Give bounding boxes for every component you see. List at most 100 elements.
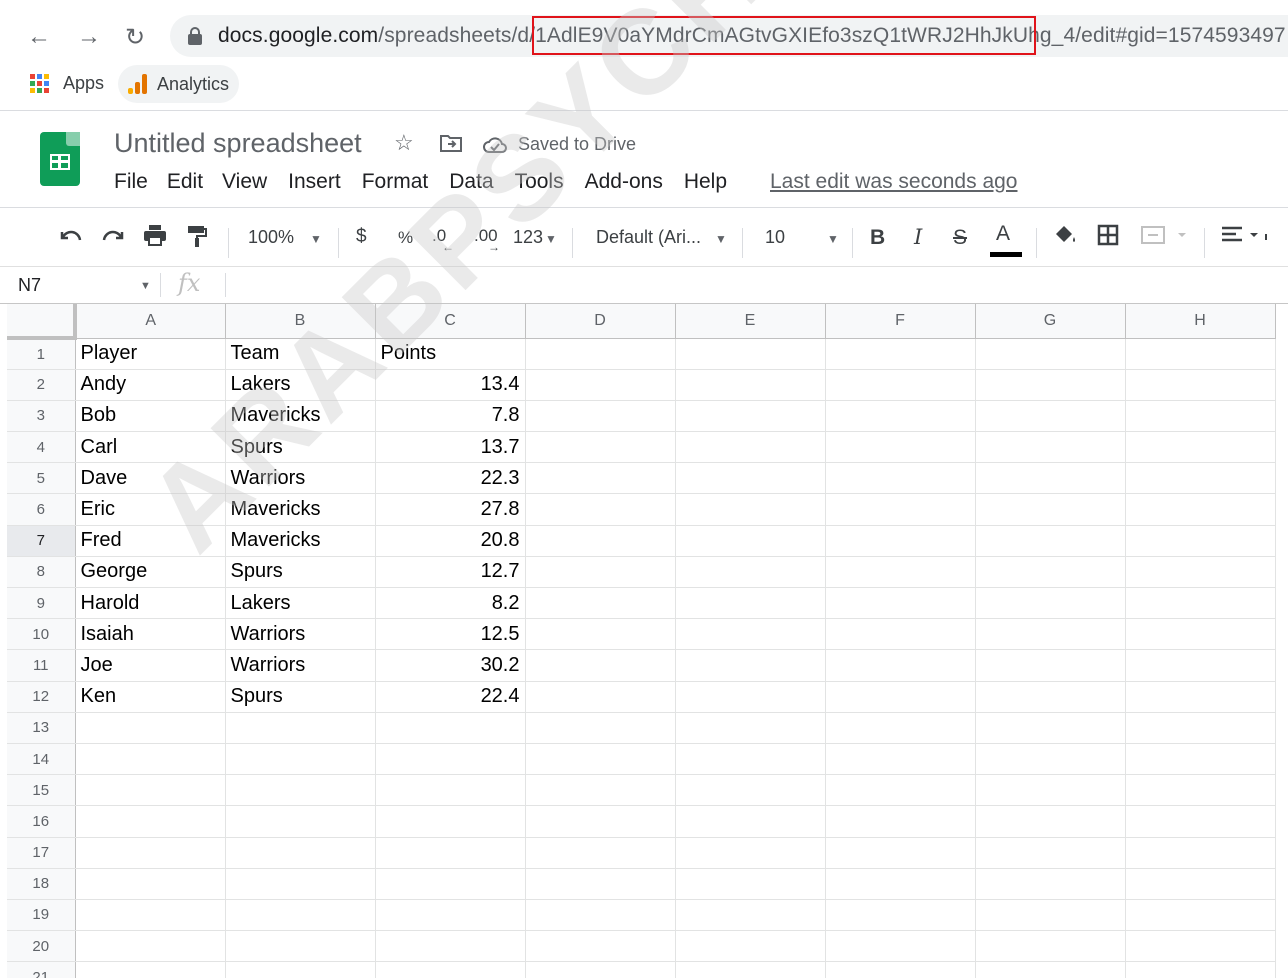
cell-empty[interactable]: [1125, 774, 1276, 807]
italic-button[interactable]: I: [914, 225, 922, 249]
cell-empty[interactable]: [825, 743, 976, 776]
cell-empty[interactable]: [975, 369, 1126, 401]
cell-empty[interactable]: [975, 805, 1126, 838]
cell-empty[interactable]: [825, 681, 976, 713]
cell-empty[interactable]: [825, 431, 976, 464]
cell-empty[interactable]: [525, 618, 676, 651]
cell-empty[interactable]: [825, 556, 976, 589]
cell-empty[interactable]: [825, 712, 976, 744]
horizontal-align-icon[interactable]: [1220, 224, 1268, 252]
cell-c[interactable]: 13.4: [375, 369, 526, 401]
row-header[interactable]: 18: [7, 868, 76, 900]
cell-c[interactable]: [375, 837, 526, 869]
increase-decimals-button[interactable]: .00 →: [474, 226, 500, 254]
cell-c[interactable]: 22.3: [375, 462, 526, 495]
cell-empty[interactable]: [825, 525, 976, 557]
cell-c[interactable]: [375, 899, 526, 932]
cell-empty[interactable]: [675, 462, 826, 495]
cell-b[interactable]: [225, 712, 376, 744]
move-folder-icon[interactable]: [440, 134, 462, 157]
cell-c[interactable]: 22.4: [375, 681, 526, 713]
cell-a[interactable]: [75, 961, 226, 978]
print-icon[interactable]: [143, 224, 167, 252]
cell-empty[interactable]: [975, 649, 1126, 682]
cell-empty[interactable]: [1125, 462, 1276, 495]
cell-empty[interactable]: [975, 774, 1126, 807]
name-box[interactable]: N7: [18, 275, 41, 296]
cell-empty[interactable]: [1125, 431, 1276, 464]
borders-icon[interactable]: [1097, 224, 1119, 252]
cell-empty[interactable]: [1125, 618, 1276, 651]
cell-empty[interactable]: [525, 493, 676, 526]
menu-file[interactable]: File: [114, 170, 148, 194]
cell-empty[interactable]: [825, 400, 976, 433]
cell-empty[interactable]: [675, 899, 826, 932]
menu-format[interactable]: Format: [362, 170, 429, 194]
row-header[interactable]: 5: [7, 462, 76, 495]
cell-a[interactable]: [75, 805, 226, 838]
row-header[interactable]: 10: [7, 618, 76, 651]
cell-a[interactable]: [75, 774, 226, 807]
cell-empty[interactable]: [1125, 556, 1276, 589]
cell-empty[interactable]: [825, 774, 976, 807]
cell-empty[interactable]: [675, 338, 826, 370]
cell-b[interactable]: Mavericks: [225, 525, 376, 557]
cell-empty[interactable]: [975, 961, 1126, 978]
cell-empty[interactable]: [825, 805, 976, 838]
row-header[interactable]: 6: [7, 493, 76, 526]
cell-empty[interactable]: [825, 369, 976, 401]
cell-empty[interactable]: [975, 743, 1126, 776]
cell-b[interactable]: Mavericks: [225, 400, 376, 433]
cell-empty[interactable]: [1125, 837, 1276, 869]
cell-b[interactable]: [225, 930, 376, 963]
cell-empty[interactable]: [1125, 338, 1276, 370]
back-arrow-icon[interactable]: ←: [24, 22, 54, 52]
cell-empty[interactable]: [675, 961, 826, 978]
cell-empty[interactable]: [675, 868, 826, 900]
cell-empty[interactable]: [825, 618, 976, 651]
cell-b[interactable]: Warriors: [225, 462, 376, 495]
cell-empty[interactable]: [1125, 400, 1276, 433]
font-size-select[interactable]: 10 ▼: [765, 227, 839, 248]
cell-empty[interactable]: [1125, 681, 1276, 713]
row-header[interactable]: 15: [7, 774, 76, 807]
cell-empty[interactable]: [1125, 805, 1276, 838]
merge-cells-icon[interactable]: [1140, 224, 1190, 252]
row-header[interactable]: 2: [7, 369, 76, 401]
cell-a[interactable]: [75, 743, 226, 776]
column-header-b[interactable]: B: [225, 304, 376, 339]
cell-empty[interactable]: [525, 587, 676, 620]
cell-empty[interactable]: [525, 431, 676, 464]
menu-help[interactable]: Help: [684, 170, 727, 194]
cell-a[interactable]: Joe: [75, 649, 226, 682]
cell-empty[interactable]: [525, 930, 676, 963]
cell-a[interactable]: Bob: [75, 400, 226, 433]
cell-empty[interactable]: [525, 868, 676, 900]
cell-a[interactable]: [75, 899, 226, 932]
row-header[interactable]: 14: [7, 743, 76, 776]
cell-b[interactable]: Lakers: [225, 369, 376, 401]
cell-a[interactable]: [75, 837, 226, 869]
forward-arrow-icon[interactable]: →: [74, 22, 104, 52]
cell-empty[interactable]: [1125, 369, 1276, 401]
cell-empty[interactable]: [525, 556, 676, 589]
menu-insert[interactable]: Insert: [288, 170, 341, 194]
cell-a[interactable]: [75, 868, 226, 900]
cell-empty[interactable]: [675, 774, 826, 807]
star-icon[interactable]: ☆: [394, 130, 414, 156]
row-header[interactable]: 8: [7, 556, 76, 589]
cell-c[interactable]: [375, 805, 526, 838]
cell-c[interactable]: [375, 868, 526, 900]
cell-b[interactable]: Mavericks: [225, 493, 376, 526]
cell-c[interactable]: 7.8: [375, 400, 526, 433]
cell-empty[interactable]: [525, 681, 676, 713]
cell-empty[interactable]: [975, 431, 1126, 464]
cell-empty[interactable]: [825, 837, 976, 869]
cell-empty[interactable]: [1125, 712, 1276, 744]
cell-empty[interactable]: [1125, 899, 1276, 932]
cell-b[interactable]: [225, 899, 376, 932]
column-header-c[interactable]: C: [375, 304, 526, 339]
cell-empty[interactable]: [675, 805, 826, 838]
cell-empty[interactable]: [675, 493, 826, 526]
doc-title[interactable]: Untitled spreadsheet: [114, 128, 362, 159]
